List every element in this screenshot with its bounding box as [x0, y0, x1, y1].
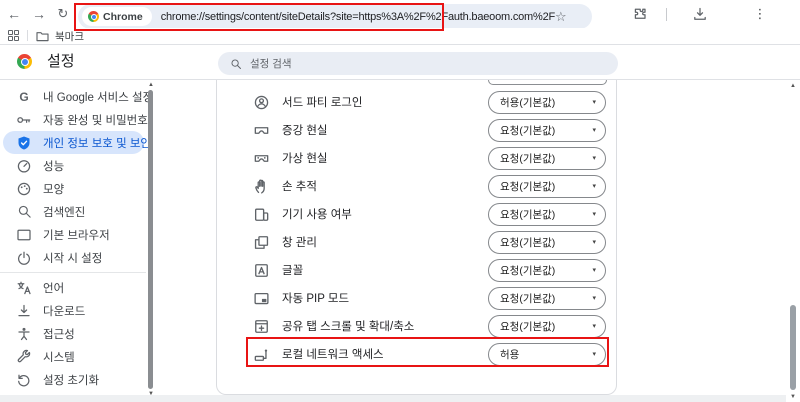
forward-icon[interactable]: → [29, 0, 49, 28]
permission-dropdown[interactable]: 요청(기본값) ▾ [488, 203, 606, 226]
sidebar-item-on-startup[interactable]: 시작 시 설정 [0, 246, 146, 269]
device-icon [253, 206, 270, 223]
chrome-logo-icon [17, 54, 32, 69]
permission-row-device-use: 기기 사용 여부 요청(기본값) ▾ [217, 200, 616, 228]
sidebar-item-system[interactable]: 시스템 [0, 345, 146, 368]
permission-row-augmented-reality: 증강 현실 요청(기본값) ▾ [217, 116, 616, 144]
permission-dropdown[interactable]: 요청(기본값) ▾ [488, 315, 606, 338]
permission-rows: 서드 파티 로그인 허용(기본값) ▾ 증강 현실 요청(기본값) ▾ 가상 현… [217, 88, 616, 368]
sidebar-item-reset-settings[interactable]: 설정 초기화 [0, 368, 146, 391]
search-placeholder: 설정 검색 [250, 56, 292, 71]
permission-dropdown[interactable]: 요청(기본값) ▾ [488, 147, 606, 170]
download-tray-icon[interactable] [692, 6, 708, 22]
chevron-down-icon: ▾ [592, 294, 596, 302]
sidebar-item-google-services[interactable]: G 내 Google 서비스 설정 [0, 85, 146, 108]
permission-dropdown[interactable]: 요청(기본값) ▾ [488, 231, 606, 254]
sidebar-item-default-browser[interactable]: 기본 브라우저 [0, 223, 146, 246]
scroll-down-icon[interactable]: ▼ [788, 393, 798, 401]
chevron-down-icon: ▾ [592, 98, 596, 106]
permission-row-window-management: 창 관리 요청(기본값) ▾ [217, 228, 616, 256]
bookmark-star-icon[interactable]: ☆ [555, 9, 567, 25]
sidebar-item-downloads[interactable]: 다운로드 [0, 299, 146, 322]
scroll-up-icon[interactable]: ▲ [146, 81, 156, 89]
search-icon [230, 58, 242, 70]
permission-row-hand-tracking: 손 추적 요청(기본값) ▾ [217, 172, 616, 200]
permission-dropdown[interactable]: 허용(기본값) ▾ [488, 91, 606, 114]
sidebar-divider [0, 272, 146, 273]
permission-row-auto-pip: 자동 PIP 모드 요청(기본값) ▾ [217, 284, 616, 312]
translate-icon [16, 280, 32, 296]
permission-row-third-party-signin: 서드 파티 로그인 허용(기본값) ▾ [217, 88, 616, 116]
chevron-down-icon: ▾ [592, 266, 596, 274]
extensions-puzzle-icon[interactable] [632, 6, 648, 22]
tab-zoom-icon [253, 318, 270, 335]
bookmarks-separator [27, 30, 28, 41]
back-icon[interactable]: ← [4, 0, 24, 28]
sidebar-item-autofill[interactable]: 자동 완성 및 비밀번호 [0, 108, 146, 131]
permission-row-shared-tab-scroll-zoom: 공유 탭 스크롤 및 확대/축소 요청(기본값) ▾ [217, 312, 616, 340]
shield-icon [16, 135, 32, 151]
browser-menu-icon[interactable]: ⋮ [753, 0, 767, 28]
reset-icon [16, 372, 32, 388]
toolbar-separator [666, 8, 667, 21]
sidebar-item-appearance[interactable]: 모양 [0, 177, 146, 200]
browser-toolbar: ← → ↻ Chrome chrome://settings/content/s… [0, 0, 800, 28]
permission-dropdown[interactable]: 요청(기본값) ▾ [488, 259, 606, 282]
bookmarks-folder-label: 북마크 [55, 29, 84, 44]
sidebar-item-privacy-security[interactable]: 개인 정보 보호 및 보안 [3, 131, 144, 154]
sidebar-item-languages[interactable]: 언어 [0, 276, 146, 299]
scrollbar-thumb[interactable] [148, 90, 153, 389]
chevron-down-icon: ▾ [592, 154, 596, 162]
hand-icon [253, 178, 270, 195]
reload-icon[interactable]: ↻ [53, 0, 73, 28]
browser-window-icon [16, 227, 32, 243]
settings-header: 설정 설정 검색 [0, 45, 800, 79]
wrench-icon [16, 349, 32, 365]
power-icon [16, 250, 32, 266]
permission-dropdown[interactable]: 요청(기본값) ▾ [488, 119, 606, 142]
google-g-icon: G [16, 89, 32, 105]
download-icon [16, 303, 32, 319]
palette-icon [16, 181, 32, 197]
scrollbar-thumb[interactable] [790, 305, 796, 390]
windows-icon [253, 234, 270, 251]
sidebar-item-search-engine[interactable]: 검색엔진 [0, 200, 146, 223]
vr-goggles-icon [253, 150, 270, 167]
chevron-down-icon: ▾ [592, 210, 596, 218]
permission-dropdown[interactable]: 요청(기본값) ▾ [488, 287, 606, 310]
fonts-icon [253, 262, 270, 279]
permission-row-virtual-reality: 가상 현실 요청(기본값) ▾ [217, 144, 616, 172]
ar-goggles-icon [253, 122, 270, 139]
clipped-dropdown [488, 80, 607, 85]
apps-grid-icon[interactable] [8, 30, 19, 41]
speedometer-icon [16, 158, 32, 174]
scroll-up-icon[interactable]: ▲ [788, 82, 798, 90]
pip-icon [253, 290, 270, 307]
person-circle-icon [253, 94, 270, 111]
chevron-down-icon: ▾ [592, 126, 596, 134]
browser-window: ← → ↻ Chrome chrome://settings/content/s… [0, 0, 800, 402]
settings-search-input[interactable]: 설정 검색 [218, 52, 618, 75]
chevron-down-icon: ▾ [592, 182, 596, 190]
sidebar-item-accessibility[interactable]: 접근성 [0, 322, 146, 345]
page-title: 설정 [47, 45, 75, 79]
search-icon [16, 204, 32, 220]
sidebar-scrollbar[interactable]: ▲ ▼ [146, 80, 156, 402]
highlight-box-local-network-row [246, 337, 609, 367]
highlight-box-url [74, 3, 444, 31]
permission-dropdown[interactable]: 요청(기본값) ▾ [488, 175, 606, 198]
page-scrollbar[interactable]: ▲ ▼ [788, 80, 798, 402]
permission-row-fonts: 글꼴 요청(기본값) ▾ [217, 256, 616, 284]
bookmarks-folder[interactable]: 북마크 [36, 29, 84, 44]
chevron-down-icon: ▾ [592, 238, 596, 246]
accessibility-icon [16, 326, 32, 342]
key-icon [16, 112, 32, 128]
sidebar-item-performance[interactable]: 성능 [0, 154, 146, 177]
chevron-down-icon: ▾ [592, 322, 596, 330]
bottom-edge-strip [0, 395, 786, 402]
settings-sidebar: G 내 Google 서비스 설정 자동 완성 및 비밀번호 개인 정보 보호 … [0, 80, 146, 391]
folder-icon [36, 31, 49, 42]
